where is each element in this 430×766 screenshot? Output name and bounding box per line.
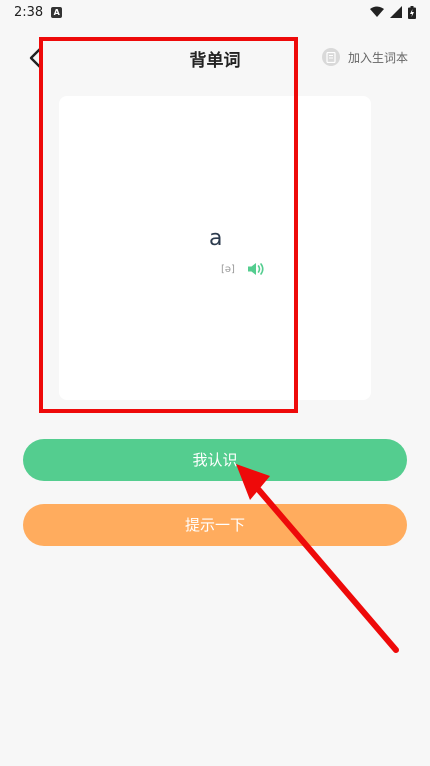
screen: 2:38 A 背单词 加入生词本 a [ə] 我认识 提示一下 — [0, 0, 430, 766]
status-time: 2:38 — [14, 4, 44, 20]
status-left: 2:38 A — [14, 4, 63, 20]
notebook-icon — [321, 48, 340, 66]
signal-icon — [390, 6, 402, 18]
battery-icon — [408, 5, 416, 19]
notification-icon: A — [51, 6, 63, 18]
add-vocab-label: 加入生词本 — [347, 50, 408, 65]
status-right — [370, 5, 416, 19]
status-bar: 2:38 A — [0, 0, 430, 24]
add-vocab-button[interactable]: 加入生词本 — [321, 48, 408, 66]
annotation-highlight-box — [39, 37, 298, 413]
know-button[interactable]: 我认识 — [23, 439, 407, 481]
wifi-icon — [370, 6, 384, 17]
hint-button[interactable]: 提示一下 — [23, 504, 407, 546]
